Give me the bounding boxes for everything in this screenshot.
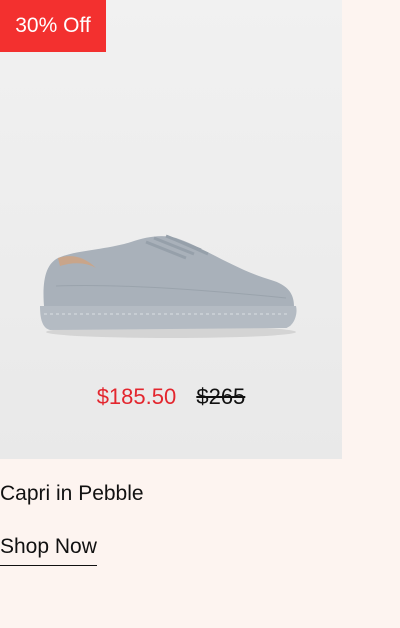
sale-price: $185.50: [96, 384, 177, 409]
original-price: $265: [196, 384, 246, 409]
sneaker-image[interactable]: [36, 228, 298, 340]
discount-badge: 30% Off: [0, 0, 106, 52]
shop-now-link[interactable]: Shop Now: [0, 535, 97, 566]
product-image-card[interactable]: 30% Off $185.50 $265: [0, 0, 342, 459]
product-title[interactable]: Capri in Pebble: [0, 482, 144, 506]
price-row: $185.50 $265: [0, 382, 342, 412]
